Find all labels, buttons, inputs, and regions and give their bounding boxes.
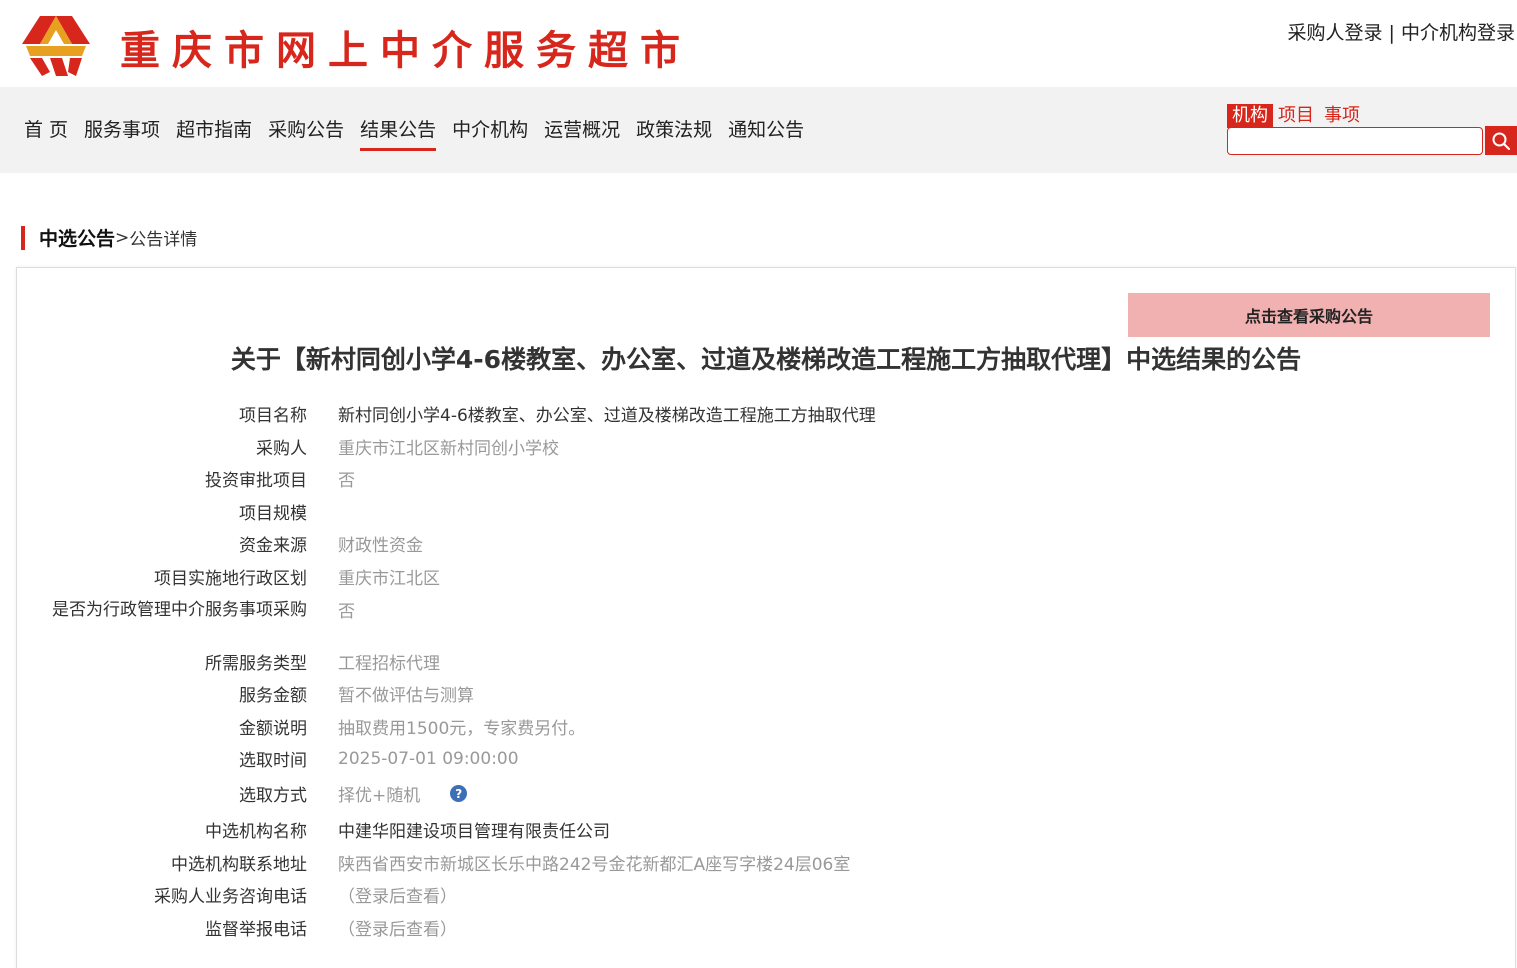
site-title: 重庆市网上中介服务超市: [120, 27, 692, 74]
field-row-selection-method: 选取方式 择优+随机 ?: [0, 781, 1517, 806]
field-label: 中选机构名称: [205, 822, 307, 842]
nav-item-services[interactable]: 服务事项: [84, 115, 160, 151]
field-value: 新村同创小学4-6楼教室、办公室、过道及楼梯改造工程施工方抽取代理: [338, 406, 876, 426]
search-button[interactable]: [1485, 126, 1517, 155]
field-value: 重庆市江北区: [338, 569, 440, 589]
buyer-login-link[interactable]: 采购人登录: [1287, 22, 1382, 44]
notice-title: 关于【新村同创小学4-6楼教室、办公室、过道及楼梯改造工程施工方抽取代理】中选结…: [230, 345, 1302, 374]
field-row-investment-approval: 投资审批项目 否: [0, 466, 1517, 491]
field-row-project-name: 项目名称 新村同创小学4-6楼教室、办公室、过道及楼梯改造工程施工方抽取代理: [0, 401, 1517, 426]
help-icon[interactable]: ?: [450, 785, 468, 802]
field-row-buyer: 采购人 重庆市江北区新村同创小学校: [0, 434, 1517, 459]
field-value: 2025-07-01 09:00:00: [338, 748, 519, 769]
field-value: 抽取费用1500元，专家费另付。: [338, 719, 586, 739]
field-value: 工程招标代理: [338, 654, 440, 674]
view-procurement-notice-button[interactable]: 点击查看采购公告: [1128, 293, 1490, 337]
login-separator: |: [1388, 22, 1395, 44]
field-label: 项目名称: [239, 406, 307, 426]
field-row-supervision-phone: 监督举报电话 （登录后查看）: [0, 915, 1517, 940]
breadcrumb-current[interactable]: 中选公告: [39, 224, 115, 251]
field-label: 采购人业务咨询电话: [154, 887, 307, 907]
search-icon: [1492, 132, 1511, 150]
nav-item-agencies[interactable]: 中介机构: [452, 115, 528, 151]
field-row-region: 项目实施地行政区划 重庆市江北区: [0, 564, 1517, 589]
search-input[interactable]: [1227, 127, 1483, 155]
breadcrumb-detail: 公告详情: [129, 230, 198, 250]
search-tab-project[interactable]: 项目: [1273, 104, 1319, 128]
search-tab-item[interactable]: 事项: [1319, 104, 1365, 128]
field-label: 选取方式: [239, 786, 307, 806]
field-value: （登录后查看）: [338, 887, 457, 907]
field-label: 所需服务类型: [205, 654, 307, 674]
breadcrumb: 中选公告 > 公告详情: [21, 224, 197, 251]
field-label: 金额说明: [239, 719, 307, 739]
field-row-service-amount: 服务金额 暂不做评估与测算: [0, 681, 1517, 706]
field-label: 项目规模: [239, 504, 307, 524]
field-label: 服务金额: [239, 686, 307, 706]
nav-item-results[interactable]: 结果公告: [360, 115, 437, 151]
field-value: 重庆市江北区新村同创小学校: [338, 439, 559, 459]
search-tab-agency[interactable]: 机构: [1227, 104, 1273, 128]
field-label: 采购人: [256, 439, 307, 459]
selection-method-text: 择优+随机: [338, 786, 421, 806]
field-row-agency-name: 中选机构名称 中建华阳建设项目管理有限责任公司: [0, 817, 1517, 842]
field-row-funding-source: 资金来源 财政性资金: [0, 531, 1517, 556]
field-row-service-type: 所需服务类型 工程招标代理: [0, 649, 1517, 674]
nav-item-policy[interactable]: 政策法规: [636, 115, 712, 151]
field-label: 是否为行政管理中介服务事项采购: [52, 599, 307, 620]
breadcrumb-separator: >: [115, 227, 130, 248]
field-value: 陕西省西安市新城区长乐中路242号金花新都汇A座写字楼24层06室: [338, 855, 851, 875]
nav-item-notices[interactable]: 通知公告: [728, 115, 804, 151]
field-value: 否: [338, 471, 355, 491]
field-value: 财政性资金: [338, 536, 423, 556]
field-value: （登录后查看）: [338, 920, 457, 940]
field-label: 选取时间: [239, 751, 307, 771]
field-value: 否: [338, 602, 355, 622]
main-nav: 首 页 服务事项 超市指南 采购公告 结果公告 中介机构 运营概况 政策法规 通…: [24, 115, 804, 151]
field-row-agency-address: 中选机构联系地址 陕西省西安市新城区长乐中路242号金花新都汇A座写字楼24层0…: [0, 850, 1517, 875]
site-header: 重庆市网上中介服务超市 采购人登录 | 中介机构登录: [0, 0, 1517, 87]
field-row-admin-service: 是否为行政管理中介服务事项采购 否: [0, 597, 1517, 623]
field-row-project-scale: 项目规模: [0, 499, 1517, 524]
field-label: 监督举报电话: [205, 920, 307, 940]
field-label: 投资审批项目: [205, 471, 307, 491]
nav-item-operations[interactable]: 运营概况: [544, 115, 620, 151]
login-links: 采购人登录 | 中介机构登录: [1287, 18, 1515, 45]
nav-item-guide[interactable]: 超市指南: [176, 115, 252, 151]
site-logo[interactable]: [20, 10, 92, 78]
field-value: 择优+随机 ?: [338, 781, 468, 806]
field-value: 中建华阳建设项目管理有限责任公司: [338, 822, 610, 842]
agency-login-link[interactable]: 中介机构登录: [1401, 22, 1515, 44]
field-value: 暂不做评估与测算: [338, 686, 474, 706]
breadcrumb-marker: [21, 225, 25, 250]
field-row-selection-time: 选取时间 2025-07-01 09:00:00: [0, 746, 1517, 772]
nav-item-home[interactable]: 首 页: [24, 115, 68, 151]
field-row-buyer-phone: 采购人业务咨询电话 （登录后查看）: [0, 882, 1517, 907]
field-row-amount-note: 金额说明 抽取费用1500元，专家费另付。: [0, 714, 1517, 739]
nav-item-procurement[interactable]: 采购公告: [268, 115, 344, 151]
field-label: 项目实施地行政区划: [154, 569, 307, 589]
field-label: 中选机构联系地址: [171, 855, 307, 875]
field-label: 资金来源: [239, 536, 307, 556]
search-tabs: 机构 项目 事项: [1227, 104, 1365, 128]
